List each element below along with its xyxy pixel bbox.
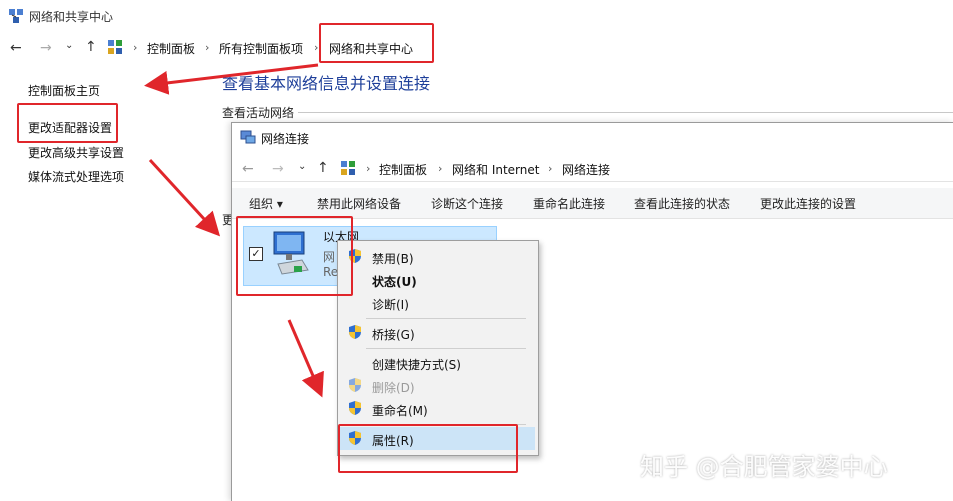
- arrow-to-sidebar-home: [144, 63, 319, 95]
- annotation-arrows: [144, 63, 324, 398]
- arrow-to-properties: [287, 319, 324, 398]
- arrow-to-adapter: [148, 158, 221, 237]
- watermark: 知乎 @合肥管家婆中心: [640, 453, 888, 481]
